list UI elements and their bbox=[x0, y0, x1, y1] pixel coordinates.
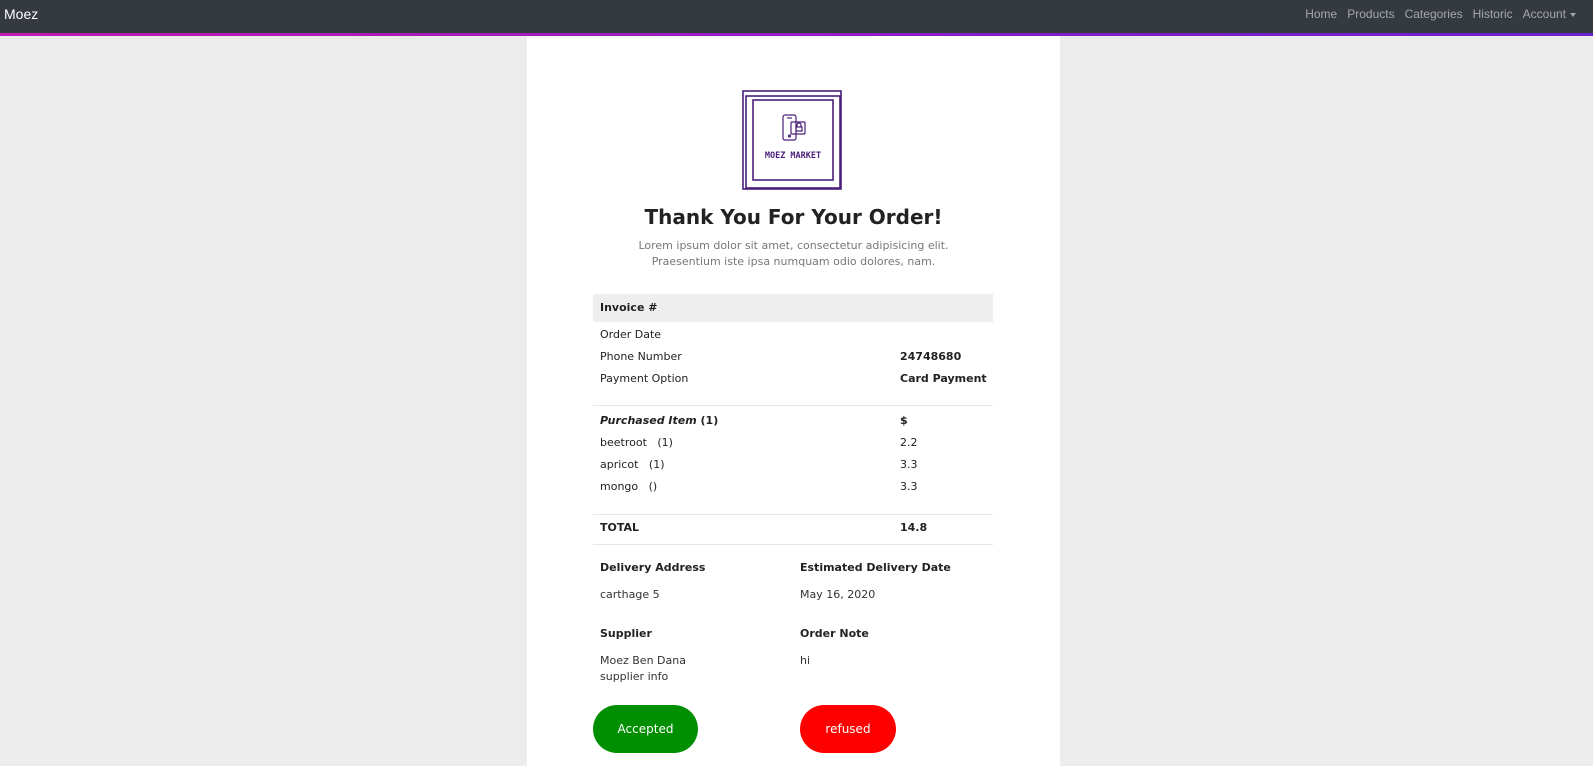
item-name-text: apricot bbox=[600, 458, 639, 471]
list-item: mongo () 3.3 bbox=[593, 476, 993, 498]
page-title: Thank You For Your Order! bbox=[644, 205, 943, 229]
item-qty: (1) bbox=[648, 458, 665, 471]
items-header-italic: Purchased Item bbox=[600, 414, 697, 427]
total-label: TOTAL bbox=[600, 521, 640, 534]
info-label: Phone Number bbox=[600, 350, 682, 363]
page-subtitle: Lorem ipsum dolor sit amet, consectetur … bbox=[638, 239, 949, 268]
nav-historic-link[interactable]: Historic bbox=[1473, 5, 1513, 23]
info-value: 24748680 bbox=[900, 350, 962, 363]
info-row-payment: Payment Option Card Payment bbox=[593, 368, 993, 390]
nav-products-link[interactable]: Products bbox=[1347, 5, 1394, 23]
item-price: 3.3 bbox=[900, 458, 918, 471]
caret-down-icon bbox=[1570, 12, 1576, 17]
item-name-text: beetroot bbox=[600, 436, 647, 449]
item-name: mongo () bbox=[600, 476, 657, 498]
estimated-delivery-label: Estimated Delivery Date bbox=[800, 561, 951, 574]
moez-market-logo: MOEZ MARKET bbox=[742, 90, 842, 190]
divider bbox=[593, 514, 993, 515]
supplier-name: Moez Ben Dana bbox=[600, 654, 686, 667]
items-header-row: Purchased Item (1) $ bbox=[593, 410, 993, 432]
accepted-button[interactable]: Accepted bbox=[593, 705, 698, 753]
item-qty: (1) bbox=[657, 436, 673, 449]
items-header-label: Purchased Item (1) bbox=[600, 410, 718, 432]
item-name: apricot (1) bbox=[600, 454, 665, 476]
delivery-address-label: Delivery Address bbox=[600, 561, 706, 574]
list-item: apricot (1) 3.3 bbox=[593, 454, 993, 476]
nav-account-label: Account bbox=[1522, 7, 1566, 21]
total-value: 14.8 bbox=[900, 521, 928, 534]
nav-home-link[interactable]: Home bbox=[1305, 5, 1337, 23]
list-item: beetroot (1) 2.2 bbox=[593, 432, 993, 454]
brand-link[interactable]: Moez bbox=[4, 5, 38, 23]
info-value: Card Payment bbox=[900, 372, 987, 385]
info-row-phone: Phone Number 24748680 bbox=[593, 346, 993, 368]
delivery-address-value: carthage 5 bbox=[600, 588, 660, 601]
item-name-text: mongo bbox=[600, 480, 639, 493]
nav-categories-link[interactable]: Categories bbox=[1405, 5, 1463, 23]
info-row-order-date: Order Date bbox=[593, 324, 993, 346]
info-label: Payment Option bbox=[600, 372, 689, 385]
total-row: TOTAL 14.8 bbox=[593, 517, 993, 539]
items-header-count: (1) bbox=[700, 414, 719, 427]
item-price: 2.2 bbox=[900, 436, 918, 449]
refused-button[interactable]: refused bbox=[800, 705, 896, 753]
info-label: Order Date bbox=[600, 328, 662, 341]
navbar: Moez Home Products Categories Historic A… bbox=[0, 0, 1593, 33]
order-confirmation-card: MOEZ MARKET Thank You For Your Order! Lo… bbox=[527, 36, 1060, 766]
phone-lock-icon bbox=[782, 114, 806, 141]
items-header-currency: $ bbox=[900, 414, 908, 427]
item-price: 3.3 bbox=[900, 480, 918, 493]
nav-account-dropdown[interactable]: Account bbox=[1523, 5, 1576, 23]
invoice-header: Invoice # bbox=[593, 294, 993, 322]
order-note-label: Order Note bbox=[800, 627, 869, 640]
item-name: beetroot (1) bbox=[600, 432, 673, 454]
logo-text: MOEZ MARKET bbox=[765, 151, 821, 161]
nav-links: Home Products Categories Historic Accoun… bbox=[1305, 5, 1576, 23]
item-qty: () bbox=[648, 480, 658, 493]
supplier-info: supplier info bbox=[600, 670, 669, 683]
divider bbox=[593, 405, 993, 406]
supplier-label: Supplier bbox=[600, 627, 652, 640]
order-note-value: hi bbox=[800, 654, 811, 667]
estimated-delivery-value: May 16, 2020 bbox=[800, 588, 876, 601]
divider bbox=[593, 544, 993, 545]
invoice-title: Invoice # bbox=[600, 301, 658, 314]
